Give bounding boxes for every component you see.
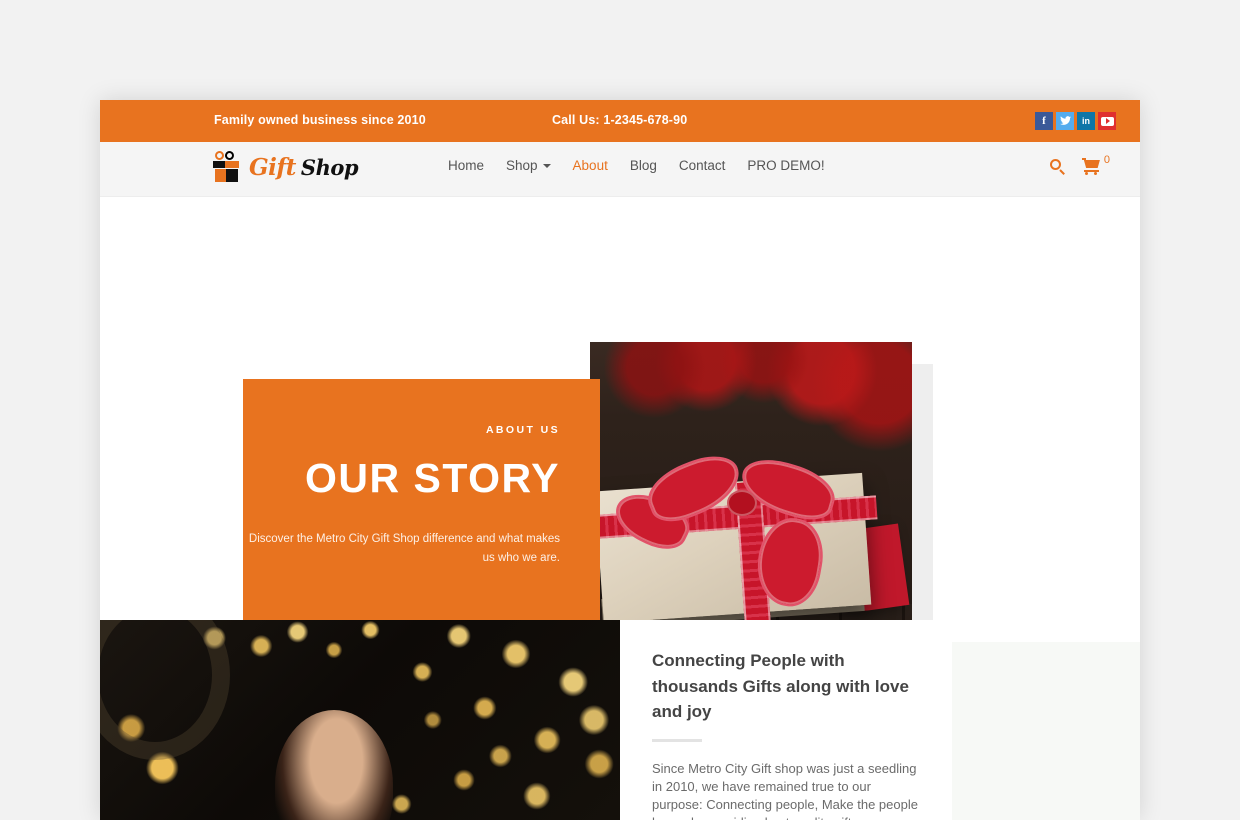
top-announcement-bar: Family owned business since 2010 Call Us… <box>100 100 1140 142</box>
nav-label-contact: Contact <box>678 158 726 173</box>
youtube-play-glyph <box>1100 116 1114 126</box>
facebook-glyph: f <box>1042 115 1046 127</box>
nav-item-contact[interactable]: Contact <box>679 158 726 173</box>
phone-text: Call Us: 1-2345-678-90 <box>552 113 688 127</box>
nav-label-home: Home <box>448 158 485 173</box>
nav-label-pro-demo: PRO DEMO! <box>747 158 825 173</box>
chevron-down-icon <box>542 163 551 168</box>
story-section: Connecting People with thousands Gifts a… <box>100 620 1140 820</box>
cart-count-badge: 0 <box>1103 154 1110 166</box>
page-title: OUR STORY <box>305 455 560 501</box>
cart-button[interactable]: 0 <box>1081 154 1110 176</box>
nav-item-blog[interactable]: Blog <box>630 158 657 173</box>
nav-tools: 0 <box>1049 154 1110 176</box>
site-logo[interactable]: Gift Shop <box>212 149 359 184</box>
nav-item-shop[interactable]: Shop <box>506 158 551 173</box>
hero-text-card: ABOUT US OUR STORY Discover the Metro Ci… <box>243 379 600 622</box>
nav-label-about: About <box>572 158 608 173</box>
nav-label-blog: Blog <box>629 158 657 173</box>
nav-item-pro-demo[interactable]: PRO DEMO! <box>747 158 824 173</box>
tagline-text: Family owned business since 2010 <box>214 113 426 127</box>
twitter-bird-glyph <box>1059 116 1071 125</box>
facebook-icon[interactable]: f <box>1035 112 1053 130</box>
story-body-text: Since Metro City Gift shop was just a se… <box>652 760 918 820</box>
brand-name-gift: Gift <box>249 153 296 181</box>
story-image <box>100 620 620 820</box>
linkedin-glyph: in <box>1082 116 1090 126</box>
linkedin-icon[interactable]: in <box>1077 112 1095 130</box>
bow-knot <box>727 490 757 516</box>
hero-description: Discover the Metro City Gift Shop differ… <box>248 533 560 564</box>
nav-item-about[interactable]: About <box>573 158 608 173</box>
hero-eyebrow: ABOUT US <box>485 424 560 436</box>
side-panel <box>952 642 1140 820</box>
browser-page: Family owned business since 2010 Call Us… <box>100 100 1140 820</box>
brand-name-shop: Shop <box>300 154 359 180</box>
heading-divider <box>652 738 702 742</box>
nav-menu: Home Shop About Blog Contact PRO DEMO! <box>448 158 825 173</box>
main-navbar: Gift Shop Home Shop About Blog Contact P… <box>100 142 1140 197</box>
story-heading: Connecting People with thousands Gifts a… <box>652 651 909 721</box>
nav-item-home[interactable]: Home <box>448 158 484 173</box>
twitter-icon[interactable] <box>1056 112 1074 130</box>
hero-image <box>590 342 912 660</box>
search-icon[interactable] <box>1049 159 1066 175</box>
gift-box-icon <box>212 149 242 184</box>
hero-section: ABOUT US OUR STORY Discover the Metro Ci… <box>100 197 1140 676</box>
nav-label-shop: Shop <box>506 158 538 173</box>
story-text-block: Connecting People with thousands Gifts a… <box>652 648 920 820</box>
shopping-cart-icon <box>1081 158 1102 176</box>
youtube-icon[interactable] <box>1098 112 1116 130</box>
social-links: f in <box>1035 112 1116 130</box>
